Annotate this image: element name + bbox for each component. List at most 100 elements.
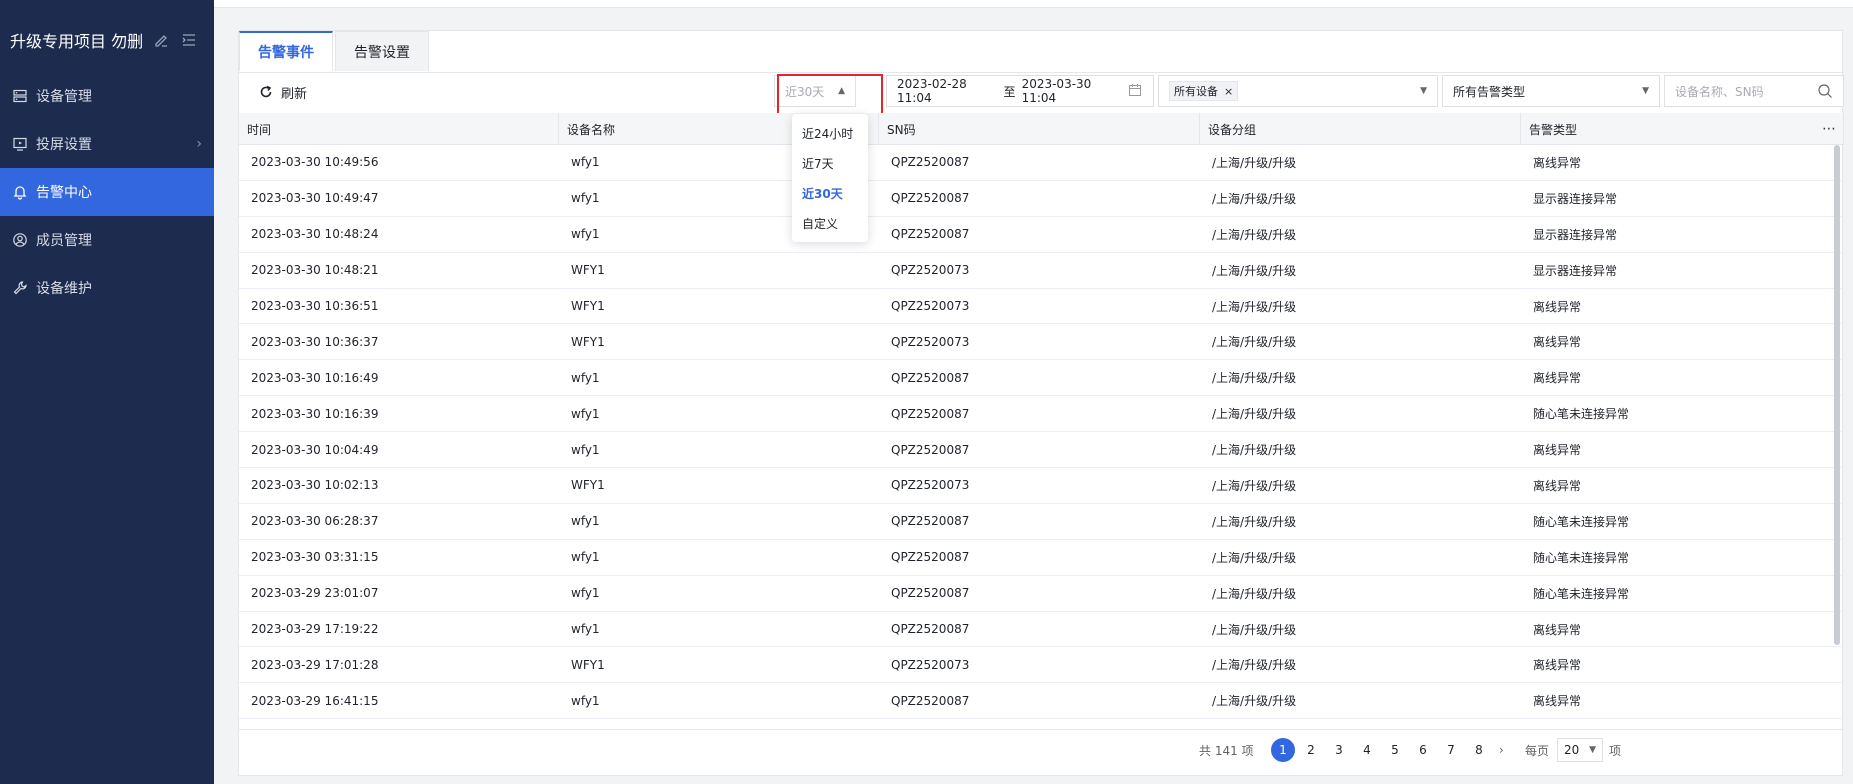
sidebar-item-screen-settings[interactable]: 投屏设置 › [0, 120, 214, 168]
table-row[interactable]: 2023-03-29 23:01:07 wfy1 QPZ2520087/上海/升级/… [239, 576, 1844, 612]
column-header-time[interactable]: 时间 [239, 113, 559, 145]
table-cell: /上海/升级/升级 [1212, 299, 1297, 314]
table-row[interactable]: 2023-03-30 10:48:21 WFY1 QPZ2520073/上海/升级/… [239, 253, 1844, 289]
alarm-type-value: 所有告警类型 [1453, 84, 1526, 99]
table-cell: 离线异常 [1533, 155, 1582, 170]
table-cell: WFY1 [571, 263, 605, 278]
table-cell: QPZ2520087 [891, 693, 970, 708]
table-cell: 2023-03-30 10:48:24 [251, 227, 379, 242]
sidebar-item-label: 投屏设置 [36, 137, 92, 153]
wrench-icon [12, 280, 28, 296]
search-input[interactable]: 设备名称、SN码 [1664, 75, 1844, 107]
tab-bar: 告警事件 告警设置 [239, 31, 431, 71]
edit-icon[interactable] [153, 32, 169, 48]
sidebar-item-device-management[interactable]: 设备管理 [0, 72, 214, 120]
column-header-sn[interactable]: SN码 [879, 113, 1200, 145]
table-cell: /上海/升级/升级 [1212, 155, 1297, 170]
table-row[interactable]: 2023-03-30 03:31:15 wfy1 QPZ2520087/上海/升级/… [239, 540, 1844, 576]
table-cell: 显示器连接异常 [1533, 191, 1618, 206]
table-cell: 2023-03-29 23:01:07 [251, 586, 379, 601]
table-cell: QPZ2520087 [891, 586, 970, 601]
page-size-value: 20 [1564, 743, 1580, 757]
main-panel: 告警事件 告警设置 刷新 近30天 ▲ 2023-02-28 11:04 至 2… [238, 30, 1844, 776]
table-cell: /上海/升级/升级 [1212, 191, 1297, 206]
table-row[interactable]: 2023-03-30 10:36:37 WFY1 QPZ2520073/上海/升级/… [239, 324, 1844, 361]
table-cell: QPZ2520087 [891, 370, 970, 385]
range-option-30d[interactable]: 近30天 [792, 178, 868, 208]
table-cell: wfy1 [571, 586, 600, 601]
page-number[interactable]: 6 [1411, 738, 1435, 762]
chevron-right-icon[interactable]: › [1499, 738, 1504, 762]
sidebar-item-device-maintenance[interactable]: 设备维护 [0, 264, 214, 312]
table-cell: WFY1 [571, 334, 605, 349]
table-cell: /上海/升级/升级 [1212, 407, 1297, 422]
filter-toolbar: 刷新 近30天 ▲ 2023-02-28 11:04 至 2023-03-30 … [239, 72, 1844, 118]
range-option-7d[interactable]: 近7天 [792, 148, 868, 178]
search-icon[interactable] [1817, 83, 1833, 99]
device-select[interactable]: 所有设备 × ▼ [1158, 75, 1438, 107]
tab-alarm-events[interactable]: 告警事件 [239, 31, 333, 71]
table-cell: /上海/升级/升级 [1212, 478, 1297, 493]
table-cell: /上海/升级/升级 [1212, 227, 1297, 242]
table-cell: /上海/升级/升级 [1212, 263, 1297, 278]
table-row[interactable]: 2023-03-29 17:01:28 WFY1 QPZ2520073/上海/升级/… [239, 647, 1844, 684]
page-number[interactable]: 8 [1467, 738, 1491, 762]
table-row[interactable]: 2023-03-30 10:16:39 wfy1 QPZ2520087/上海/升级/… [239, 396, 1844, 433]
table-cell: WFY1 [571, 478, 605, 493]
scrollbar[interactable] [1834, 145, 1840, 645]
refresh-label: 刷新 [281, 87, 308, 102]
table-cell: /上海/升级/升级 [1212, 586, 1297, 601]
tab-alarm-settings[interactable]: 告警设置 [335, 31, 429, 71]
column-header-group[interactable]: 设备分组 [1200, 113, 1521, 145]
sidebar-item-member-management[interactable]: 成员管理 [0, 216, 214, 264]
refresh-button[interactable]: 刷新 [259, 83, 307, 102]
page-size-select[interactable]: 20 ▼ [1557, 738, 1603, 762]
alarm-type-select[interactable]: 所有告警类型 ▼ [1442, 75, 1660, 107]
sidebar-item-alarm-center[interactable]: 告警中心 [0, 168, 214, 216]
table-row[interactable]: 2023-03-29 16:41:15 wfy1 QPZ2520087/上海/升级/… [239, 683, 1844, 720]
table-row[interactable]: 2023-03-30 10:49:56 wfy1 QPZ2520087/上海/升级/… [239, 145, 1844, 181]
table-row[interactable]: 2023-03-30 10:49:47 wfy1 QPZ2520087/上海/升级/… [239, 181, 1844, 217]
page-number[interactable]: 1 [1271, 738, 1295, 762]
column-header-alarm-type[interactable]: 告警类型 [1521, 113, 1844, 145]
monitor-icon [12, 136, 28, 152]
table-cell: QPZ2520087 [891, 406, 970, 421]
range-option-custom[interactable]: 自定义 [792, 208, 868, 238]
page-number[interactable]: 4 [1355, 738, 1379, 762]
date-end: 2023-03-30 11:04 [1021, 77, 1092, 105]
sidebar-item-label: 设备维护 [36, 281, 92, 297]
table-cell: /上海/升级/升级 [1212, 550, 1297, 565]
collapse-menu-icon[interactable] [181, 32, 197, 48]
table-cell: 2023-03-29 17:01:28 [251, 657, 379, 672]
device-tag: 所有设备 × [1169, 81, 1239, 101]
page-number[interactable]: 3 [1327, 738, 1351, 762]
table-cell: 离线异常 [1533, 622, 1582, 637]
table-row[interactable]: 2023-03-30 10:48:24 wfy1 QPZ2520087/上海/升级/… [239, 217, 1844, 253]
table-body: 2023-03-30 10:49:56 wfy1 QPZ2520087/上海/升级/… [239, 145, 1844, 720]
more-icon[interactable]: ⋯ [1822, 121, 1836, 137]
chevron-left-icon[interactable]: ‹ [1249, 738, 1254, 762]
table-row[interactable]: 2023-03-30 10:04:49 wfy1 QPZ2520087/上海/升级/… [239, 432, 1844, 469]
table-row[interactable]: 2023-03-29 17:19:22 wfy1 QPZ2520087/上海/升级/… [239, 612, 1844, 648]
date-range-picker[interactable]: 2023-02-28 11:04 至 2023-03-30 11:04 [886, 75, 1154, 107]
page-number[interactable]: 5 [1383, 738, 1407, 762]
table-cell: wfy1 [571, 693, 600, 708]
page-number[interactable]: 2 [1299, 738, 1323, 762]
range-option-24h[interactable]: 近24小时 [792, 118, 868, 148]
table-cell: 2023-03-30 10:16:39 [251, 406, 379, 421]
page-number[interactable]: 7 [1439, 738, 1463, 762]
table-row[interactable]: 2023-03-30 10:02:13 WFY1 QPZ2520073/上海/升级/… [239, 468, 1844, 504]
table-cell: WFY1 [571, 299, 605, 313]
close-icon[interactable]: × [1224, 85, 1233, 98]
table-cell: 随心笔未连接异常 [1533, 514, 1630, 529]
sidebar-item-label: 告警中心 [36, 185, 92, 201]
table-row[interactable]: 2023-03-30 10:16:49 wfy1 QPZ2520087/上海/升级/… [239, 360, 1844, 397]
table-row[interactable]: 2023-03-30 10:36:51 WFY1 QPZ2520073/上海/升级/… [239, 289, 1844, 325]
table-cell: QPZ2520087 [891, 155, 970, 170]
table-cell: QPZ2520073 [891, 478, 970, 493]
table-cell: 随心笔未连接异常 [1533, 586, 1630, 601]
table-row[interactable]: 2023-03-30 06:28:37 wfy1 QPZ2520087/上海/升级/… [239, 504, 1844, 540]
caret-down-icon: ▼ [1420, 86, 1427, 96]
project-title: 升级专用项目 勿删 [10, 32, 144, 51]
unit-label: 项 [1609, 743, 1622, 758]
